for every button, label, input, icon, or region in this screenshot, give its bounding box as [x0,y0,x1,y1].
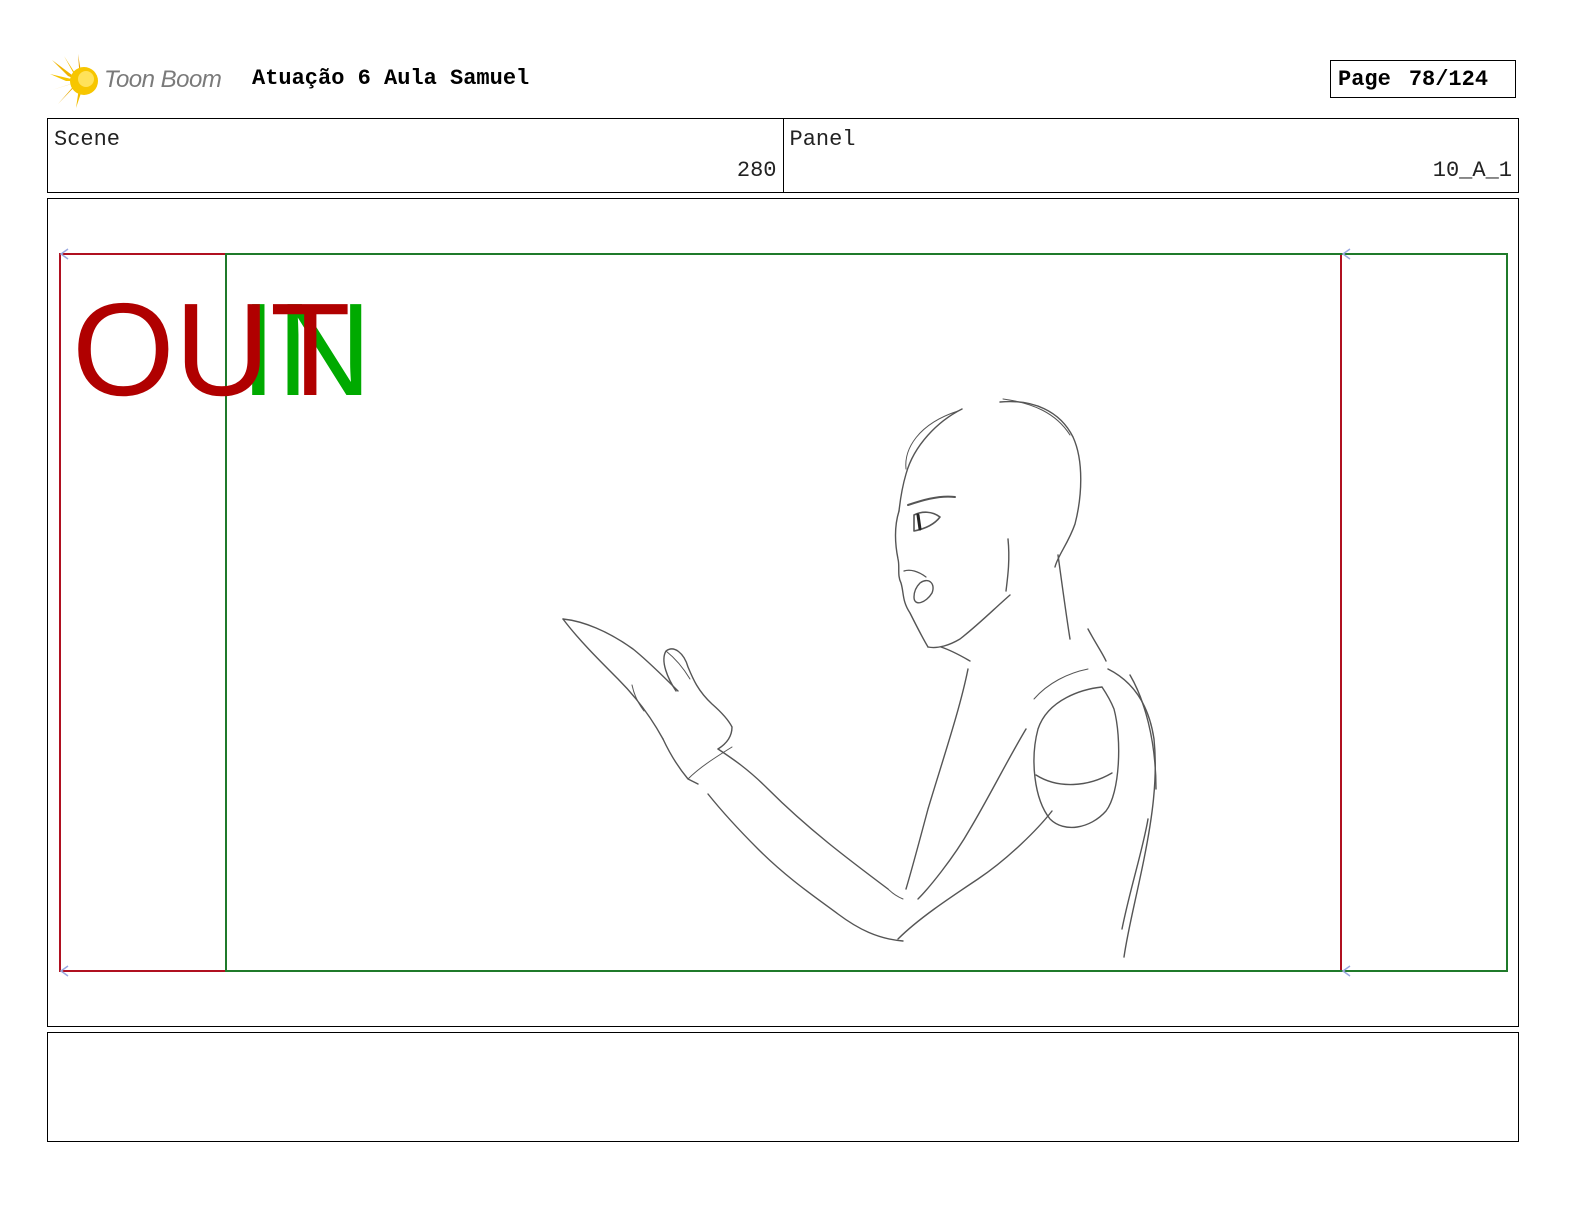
out-label: OUT [72,276,351,423]
page-indicator: Page 78/124 [1330,60,1516,98]
toon-boom-logo: Toon Boom [50,54,238,108]
project-title: Atuação 6 Aula Samuel [252,66,530,91]
page-number: 78/124 [1408,66,1489,92]
scene-cell: Scene 280 [48,119,783,192]
toon-boom-burst-icon [50,54,98,108]
panel-number: 10_A_1 [1432,158,1512,183]
panel-label: Panel [789,127,856,152]
panel-cell: Panel 10_A_1 [782,119,1519,192]
in-frame-rect [225,253,1508,972]
logo-text: Toon Boom [104,66,222,93]
scene-label: Scene [54,127,121,152]
panel-notes-box [47,1032,1519,1142]
character-sketch [562,398,1157,958]
panel-drawing: IN OUT [59,248,1508,977]
page-label: Page [1338,66,1391,92]
storyboard-panel: IN OUT [47,198,1519,1027]
scene-number: 280 [736,158,777,183]
scene-panel-info: Scene 280 Panel 10_A_1 [47,118,1519,193]
